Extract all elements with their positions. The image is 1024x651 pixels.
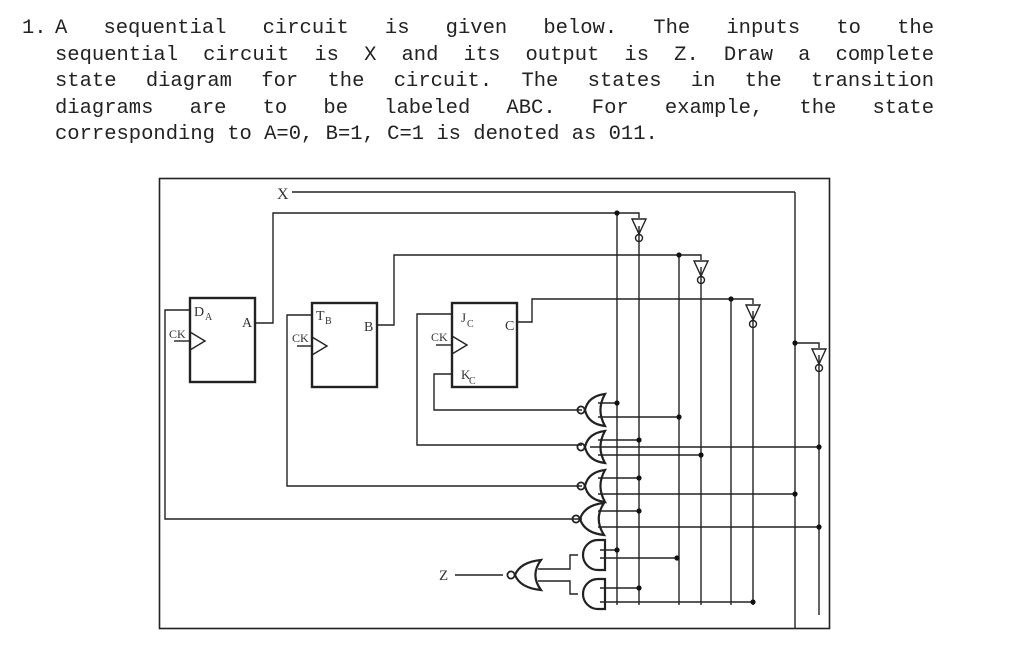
wire-c-inv bbox=[731, 298, 754, 304]
wire-a-out bbox=[255, 212, 617, 324]
gate-nor-z bbox=[506, 558, 544, 592]
ff-c-output-label: C bbox=[505, 319, 514, 334]
output-z-label: Z bbox=[439, 568, 448, 584]
circuit-diagram: X D A A CK T B B CK J C K C C CK Z bbox=[158, 177, 831, 630]
gate-input-wires bbox=[590, 402, 819, 603]
clock-triangle-icon bbox=[311, 336, 329, 356]
ff-c-clock-label: CK bbox=[431, 330, 448, 344]
circuit-frame bbox=[158, 177, 831, 630]
ff-b-clock-label: CK bbox=[292, 331, 309, 345]
ff-a-input-sub: A bbox=[205, 312, 213, 323]
wire-b-inv bbox=[679, 254, 702, 260]
ff-a-clock-label: CK bbox=[169, 327, 186, 341]
wire-c-out bbox=[517, 298, 731, 323]
gate-and-z-in1 bbox=[581, 538, 607, 572]
clock-triangle-icon bbox=[451, 335, 469, 355]
gate-junction-dots bbox=[614, 400, 822, 605]
gate-and-z-in2 bbox=[581, 577, 607, 611]
ff-c-input-sub: C bbox=[467, 319, 474, 330]
junction-dots bbox=[614, 210, 798, 346]
inversion-bubble-icon bbox=[506, 570, 516, 580]
ff-a-input-label: D bbox=[194, 305, 204, 320]
ff-c-input2-sub: C bbox=[469, 376, 476, 387]
wire-x-inv bbox=[795, 342, 820, 348]
logic-gates bbox=[506, 392, 608, 611]
clock-triangle-icon bbox=[189, 331, 207, 351]
ff-b-input-label: T bbox=[316, 309, 325, 324]
wire-and2-out bbox=[538, 580, 578, 595]
wire-da bbox=[164, 309, 582, 520]
ff-b-input-sub: B bbox=[325, 316, 332, 327]
ff-c-input-label: J bbox=[461, 310, 466, 325]
input-x-label: X bbox=[277, 186, 289, 203]
wire-and1-out bbox=[538, 554, 578, 570]
ff-b-output-label: B bbox=[364, 320, 373, 335]
bus-lines bbox=[616, 192, 820, 628]
wire-a-inv bbox=[617, 212, 640, 218]
wire-kc bbox=[433, 373, 582, 411]
ff-a-output-label: A bbox=[242, 316, 253, 331]
